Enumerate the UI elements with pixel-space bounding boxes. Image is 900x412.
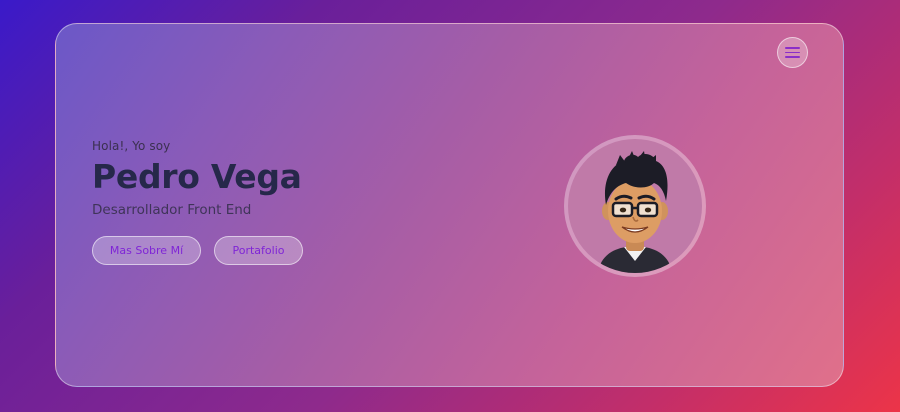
hamburger-menu-icon <box>785 47 800 58</box>
intro-section: Hola!, Yo soy Pedro Vega Desarrollador F… <box>92 139 303 265</box>
menu-button[interactable] <box>777 37 808 68</box>
avatar-image <box>568 139 702 273</box>
greeting-text: Hola!, Yo soy <box>92 139 171 153</box>
about-me-button[interactable]: Mas Sobre Mí <box>92 236 201 265</box>
portfolio-button[interactable]: Portafolio <box>214 236 303 265</box>
role-subtitle: Desarrollador Front End <box>92 202 252 218</box>
avatar <box>564 135 706 277</box>
bitmoji-avatar-icon <box>598 151 672 273</box>
cta-buttons: Mas Sobre Mí Portafolio <box>92 236 303 265</box>
page-title: Pedro Vega <box>92 157 302 196</box>
hero-card: Hola!, Yo soy Pedro Vega Desarrollador F… <box>55 23 844 387</box>
